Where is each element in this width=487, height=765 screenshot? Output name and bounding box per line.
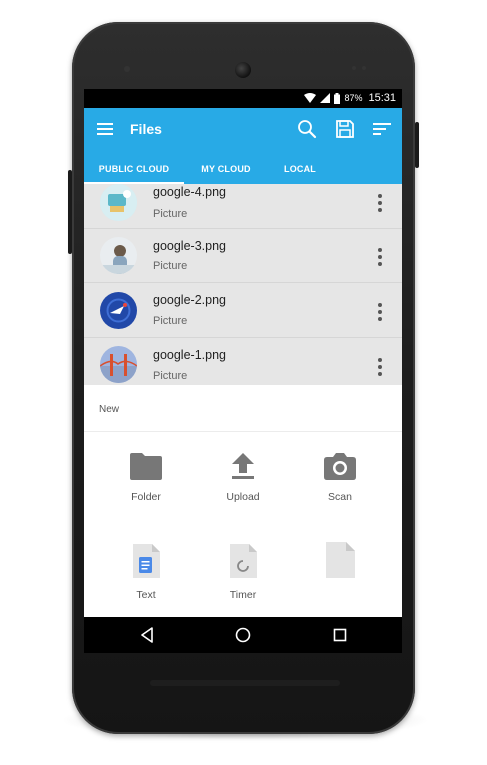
scan-button[interactable]: Scan <box>300 451 380 503</box>
file-name: google-4.png <box>153 185 226 199</box>
sheet-divider <box>84 431 402 432</box>
volume-button <box>68 170 72 254</box>
file-name: google-1.png <box>153 348 226 362</box>
new-text-button[interactable]: Text <box>106 543 186 601</box>
search-icon[interactable] <box>296 118 318 140</box>
tab-bar: PUBLIC CLOUD MY CLOUD LOCAL <box>84 154 402 184</box>
menu-icon[interactable] <box>97 123 113 135</box>
clock: 15:31 <box>368 92 396 104</box>
sheet-title: New <box>99 404 120 415</box>
front-sensor <box>124 66 130 72</box>
timer-doc-icon <box>230 544 257 578</box>
list-item[interactable]: google-1.png Picture <box>84 338 402 385</box>
file-name: google-2.png <box>153 293 226 307</box>
action-label: Folder <box>131 491 161 503</box>
toolbar: Files <box>84 108 402 154</box>
folder-icon <box>130 453 162 480</box>
wifi-icon <box>304 93 317 103</box>
more-options-icon[interactable] <box>378 194 382 215</box>
file-type: Picture <box>153 315 188 327</box>
action-label: Upload <box>226 491 260 503</box>
speaker-grille <box>150 680 340 686</box>
back-icon[interactable] <box>138 626 156 644</box>
file-thumbnail <box>100 292 137 329</box>
more-options-icon[interactable] <box>378 248 382 269</box>
battery-percent: 87% <box>344 93 363 103</box>
new-item-sheet: New Folder Upload Scan Text Timer <box>84 385 402 617</box>
tab-local[interactable]: LOCAL <box>268 154 332 184</box>
light-sensor <box>362 66 366 70</box>
save-icon[interactable] <box>334 118 356 140</box>
front-camera <box>235 62 251 78</box>
tab-public-cloud[interactable]: PUBLIC CLOUD <box>84 154 184 184</box>
list-item[interactable]: google-3.png Picture <box>84 228 402 283</box>
sort-icon[interactable] <box>371 118 393 140</box>
new-blank-button[interactable] <box>300 541 380 589</box>
file-thumbnail <box>100 237 137 274</box>
blank-doc-icon <box>326 542 355 578</box>
file-name: google-3.png <box>153 239 226 253</box>
more-options-icon[interactable] <box>378 358 382 379</box>
nav-bar <box>84 617 402 653</box>
recents-icon[interactable] <box>331 626 349 644</box>
action-label: Timer <box>229 589 257 601</box>
file-type: Picture <box>153 208 188 220</box>
tab-my-cloud[interactable]: MY CLOUD <box>184 154 268 184</box>
upload-button[interactable]: Upload <box>203 451 283 503</box>
file-thumbnail <box>100 346 137 383</box>
file-list: google-4.png Picture google-3.png Pictur… <box>84 184 402 385</box>
home-icon[interactable] <box>234 626 252 644</box>
new-timer-button[interactable]: Timer <box>203 543 283 601</box>
action-label: Text <box>136 589 156 601</box>
screen: 87% 15:31 Files PUBLIC CLOUD MY CLOUD LO… <box>84 89 402 653</box>
file-type: Picture <box>153 370 188 382</box>
cell-signal-icon <box>320 93 331 103</box>
camera-icon <box>324 453 356 480</box>
app-bar: Files PUBLIC CLOUD MY CLOUD LOCAL <box>84 108 402 184</box>
file-thumbnail <box>100 184 137 221</box>
file-type: Picture <box>153 260 188 272</box>
new-folder-button[interactable]: Folder <box>106 451 186 503</box>
proximity-sensor <box>352 66 356 70</box>
action-label: Scan <box>328 491 352 503</box>
list-item[interactable]: google-4.png Picture <box>84 184 402 229</box>
more-options-icon[interactable] <box>378 303 382 324</box>
status-bar: 87% 15:31 <box>84 89 402 108</box>
list-item[interactable]: google-2.png Picture <box>84 283 402 338</box>
power-button <box>415 122 419 168</box>
battery-icon <box>334 92 341 104</box>
upload-icon <box>232 453 254 479</box>
app-title: Files <box>130 121 162 137</box>
text-doc-icon <box>133 544 160 578</box>
